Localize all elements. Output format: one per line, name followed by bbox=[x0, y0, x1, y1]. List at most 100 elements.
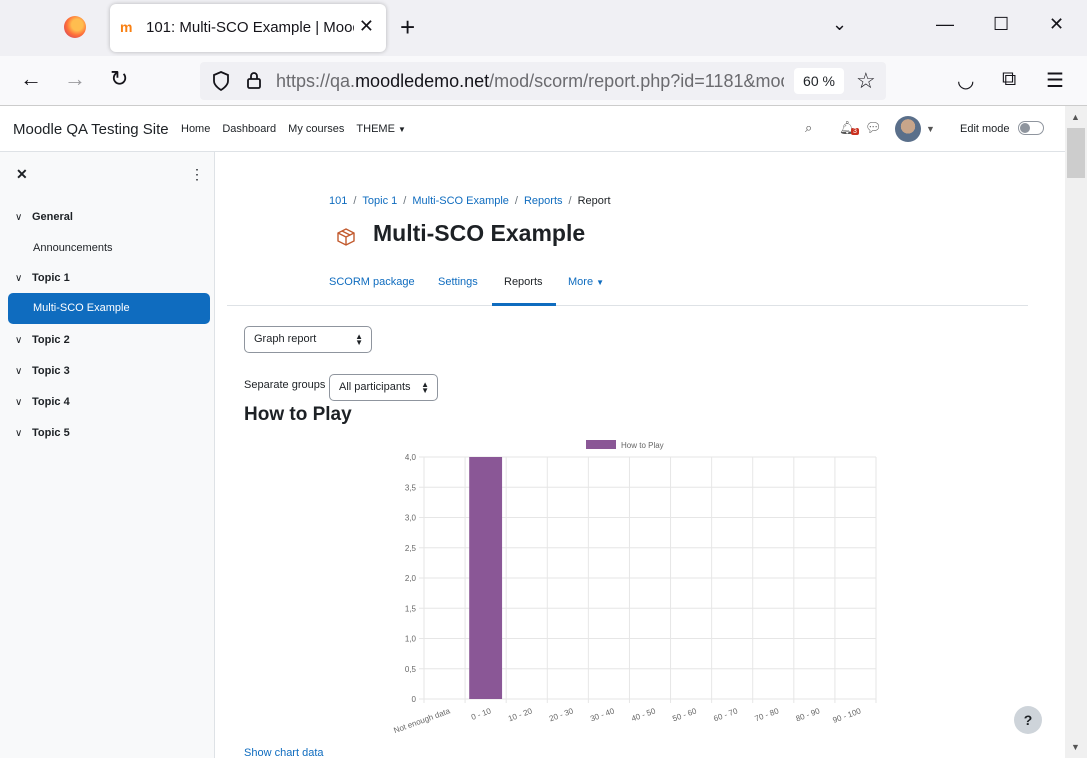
section-label: Topic 1 bbox=[32, 272, 70, 284]
browser-tab-strip: m 101: Multi-SCO Example | Moodle ✕ + ⌄ … bbox=[0, 0, 1087, 56]
back-icon[interactable]: ← bbox=[20, 66, 42, 92]
tab-more[interactable]: More ▼ bbox=[568, 276, 604, 288]
tab-settings[interactable]: Settings bbox=[438, 276, 478, 288]
zoom-level[interactable]: 60 % bbox=[794, 68, 844, 94]
nav-my-courses[interactable]: My courses bbox=[288, 123, 344, 135]
y-tick-label: 1,0 bbox=[405, 635, 417, 644]
x-tick-label: 80 - 90 bbox=[795, 706, 822, 723]
tracking-shield-icon[interactable] bbox=[212, 70, 230, 92]
nav-theme[interactable]: THEME ▼ bbox=[356, 123, 405, 135]
chevron-down-icon[interactable]: ∨ bbox=[15, 356, 22, 387]
chevron-down-icon[interactable]: ∨ bbox=[15, 263, 22, 294]
nav-theme-label: THEME bbox=[356, 123, 395, 135]
section-label: Topic 5 bbox=[32, 427, 70, 439]
course-index-section[interactable]: ∨ General bbox=[0, 202, 215, 233]
reload-icon[interactable]: ↻ bbox=[110, 66, 128, 92]
course-index-section[interactable]: ∨ Topic 3 bbox=[0, 356, 215, 387]
groups-select[interactable]: All participants ▲ ▼ bbox=[329, 374, 438, 401]
secondary-navigation: SCORM package Settings Reports More ▼ bbox=[227, 266, 1028, 306]
scroll-up-icon[interactable]: ▲ bbox=[1071, 112, 1080, 122]
edit-mode-label: Edit mode bbox=[960, 123, 1010, 135]
x-tick-label: 70 - 80 bbox=[753, 706, 780, 723]
y-tick-label: 2,5 bbox=[405, 544, 417, 553]
url-bar[interactable]: https://qa.moodledemo.net/mod/scorm/repo… bbox=[200, 62, 886, 100]
section-label: Topic 3 bbox=[32, 365, 70, 377]
close-tab-icon[interactable]: ✕ bbox=[359, 16, 374, 37]
new-tab-icon[interactable]: + bbox=[400, 12, 415, 43]
groups-value: All participants bbox=[339, 381, 411, 393]
breadcrumb-item[interactable]: Reports bbox=[524, 195, 563, 207]
search-icon[interactable]: ⌕ bbox=[805, 120, 812, 136]
active-tab-indicator bbox=[492, 303, 556, 306]
course-index-activity-active[interactable]: Multi-SCO Example bbox=[8, 293, 210, 324]
breadcrumb-item[interactable]: Multi-SCO Example bbox=[412, 195, 509, 207]
breadcrumb-current: Report bbox=[577, 195, 611, 207]
breadcrumb-separator: / bbox=[514, 195, 518, 207]
minimize-icon[interactable]: — bbox=[936, 14, 954, 35]
notification-badge: 3 bbox=[851, 128, 859, 135]
legend-swatch bbox=[586, 440, 616, 449]
x-tick-label: 30 - 40 bbox=[589, 706, 616, 723]
course-index-drawer: ✕ ⋮ ∨ General Announcements ∨ Topic 1 Mult… bbox=[0, 152, 215, 758]
page-title: Multi-SCO Example bbox=[373, 220, 586, 246]
list-tabs-icon[interactable]: ⌄ bbox=[832, 14, 847, 35]
kebab-menu-icon[interactable]: ⋮ bbox=[190, 166, 204, 183]
site-name[interactable]: Moodle QA Testing Site bbox=[13, 121, 169, 138]
nav-dashboard[interactable]: Dashboard bbox=[222, 123, 276, 135]
menu-icon[interactable]: ☰ bbox=[1046, 68, 1064, 93]
course-index-section[interactable]: ∨ Topic 5 bbox=[0, 418, 215, 449]
scroll-thumb[interactable] bbox=[1067, 128, 1085, 178]
course-index-activity[interactable]: Announcements bbox=[0, 233, 215, 264]
close-drawer-icon[interactable]: ✕ bbox=[16, 166, 28, 183]
x-tick-label: 90 - 100 bbox=[831, 706, 862, 725]
tab-scorm-package[interactable]: SCORM package bbox=[329, 276, 415, 288]
main-content: 101 / Topic 1 / Multi-SCO Example / Reports… bbox=[215, 152, 1065, 758]
section-label: Topic 2 bbox=[32, 334, 70, 346]
url-text[interactable]: https://qa.moodledemo.net/mod/scorm/repo… bbox=[276, 71, 784, 92]
x-tick-label: 60 - 70 bbox=[712, 706, 739, 723]
report-type-select[interactable]: Graph report ▲ ▼ bbox=[244, 326, 372, 353]
section-label: Topic 4 bbox=[32, 396, 70, 408]
scrollbar[interactable]: ▲ ▼ bbox=[1065, 106, 1087, 758]
scorm-package-icon bbox=[337, 228, 355, 246]
section-label: General bbox=[32, 211, 73, 223]
tab-reports[interactable]: Reports bbox=[504, 276, 543, 288]
forward-icon[interactable]: → bbox=[64, 66, 86, 92]
bar-chart: 0 0,5 1,0 1,5 2,0 2,5 3,0 3,5 4,0 Not enough data… bbox=[393, 440, 877, 735]
breadcrumb-item[interactable]: 101 bbox=[329, 195, 347, 207]
help-button[interactable]: ? bbox=[1014, 706, 1042, 734]
extensions-icon[interactable]: ⧉ bbox=[1002, 68, 1016, 91]
course-index-section[interactable]: ∨ Topic 1 bbox=[0, 263, 215, 294]
chevron-down-icon[interactable]: ∨ bbox=[15, 325, 22, 356]
select-arrows-icon: ▲ ▼ bbox=[355, 332, 363, 347]
bookmark-star-icon[interactable]: ☆ bbox=[856, 68, 876, 94]
url-prefix: https://qa. bbox=[276, 71, 356, 91]
breadcrumb-separator: / bbox=[568, 195, 572, 207]
breadcrumb-item[interactable]: Topic 1 bbox=[362, 195, 397, 207]
maximize-icon[interactable]: ☐ bbox=[993, 14, 1009, 35]
url-path: /mod/scorm/report.php?id=1181&mode=graph bbox=[489, 71, 784, 91]
x-tick-label: 0 - 10 bbox=[470, 706, 493, 722]
nav-home[interactable]: Home bbox=[181, 123, 210, 135]
show-chart-data-link[interactable]: Show chart data bbox=[244, 747, 324, 758]
user-menu-chevron-icon[interactable]: ▼ bbox=[926, 124, 935, 134]
x-tick-label: 20 - 30 bbox=[548, 706, 575, 723]
legend-label: How to Play bbox=[621, 441, 664, 450]
pocket-icon[interactable]: ◡ bbox=[957, 68, 974, 93]
course-index-section[interactable]: ∨ Topic 4 bbox=[0, 387, 215, 418]
lock-icon[interactable] bbox=[246, 70, 262, 90]
close-window-icon[interactable]: ✕ bbox=[1049, 14, 1064, 35]
y-tick-label: 4,0 bbox=[405, 453, 417, 462]
chevron-down-icon[interactable]: ∨ bbox=[15, 387, 22, 418]
avatar[interactable] bbox=[895, 116, 921, 142]
scroll-down-icon[interactable]: ▼ bbox=[1071, 742, 1080, 752]
course-index-section[interactable]: ∨ Topic 2 bbox=[0, 325, 215, 356]
edit-mode-toggle[interactable] bbox=[1018, 121, 1044, 135]
breadcrumb: 101 / Topic 1 / Multi-SCO Example / Reports… bbox=[329, 195, 611, 207]
browser-tab[interactable]: m 101: Multi-SCO Example | Moodle ✕ bbox=[110, 4, 386, 52]
chevron-down-icon[interactable]: ∨ bbox=[15, 418, 22, 449]
firefox-icon[interactable] bbox=[64, 16, 86, 38]
chevron-down-icon: ▼ bbox=[596, 278, 605, 287]
chevron-down-icon[interactable]: ∨ bbox=[15, 202, 22, 233]
messages-icon[interactable]: 💬︎ bbox=[865, 120, 882, 136]
